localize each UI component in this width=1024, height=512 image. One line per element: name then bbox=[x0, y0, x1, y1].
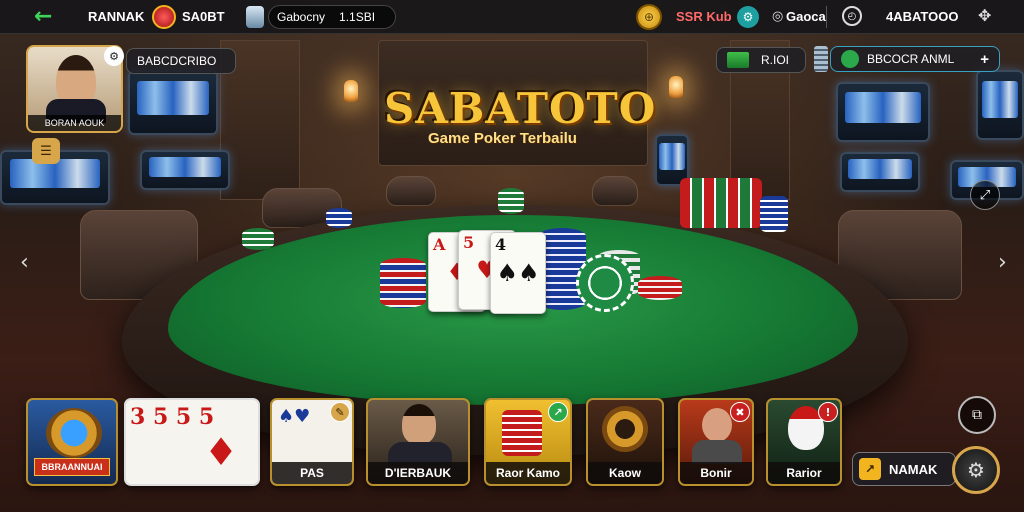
settings-round-button[interactable]: ⚙ bbox=[952, 446, 1000, 494]
wallet-pill[interactable]: BBCOCR ANML + bbox=[830, 46, 1000, 72]
gift-pill[interactable]: R.IOI bbox=[716, 47, 806, 73]
wall-sconce-left bbox=[344, 80, 358, 102]
chip-stack bbox=[242, 228, 274, 250]
settings-badge-icon[interactable]: ⚙ bbox=[104, 46, 124, 66]
slot-machine bbox=[140, 150, 230, 190]
game-tile-dealer[interactable]: D'IERBAUK bbox=[366, 398, 470, 486]
slot-machine bbox=[128, 70, 218, 135]
game-tile-chips[interactable]: ↗ Raor Kamo bbox=[484, 398, 572, 486]
game-logo-title: SABATOTO bbox=[384, 84, 657, 133]
add-icon[interactable]: + bbox=[980, 51, 989, 68]
chip-stack bbox=[760, 196, 788, 232]
playing-cards-icon: 3 5 5 5 bbox=[130, 404, 215, 430]
account-id: 4ABATOOO bbox=[886, 9, 959, 24]
game-tile-bonus[interactable]: ✖ Bonir bbox=[678, 398, 754, 486]
promo-coin-icon[interactable]: ⊕ bbox=[636, 4, 662, 30]
action-button[interactable]: ↗ NAMAK bbox=[852, 452, 956, 486]
wall-sconce-right bbox=[669, 76, 683, 98]
gem-icon bbox=[246, 6, 264, 28]
game-tile-roulette[interactable]: Kaow bbox=[586, 398, 664, 486]
menu-label[interactable]: Gaoca bbox=[786, 9, 826, 24]
monk-robe bbox=[692, 440, 742, 464]
chip-stack bbox=[498, 188, 524, 214]
tile-label: Rarior bbox=[768, 462, 840, 484]
chip-stack bbox=[638, 276, 682, 300]
game-tile-tournament[interactable]: BBRAANNUAI bbox=[26, 398, 118, 486]
tile-label: Raor Kamo bbox=[486, 462, 570, 484]
slot-machine bbox=[840, 152, 920, 192]
alert-badge-icon[interactable]: ! bbox=[818, 402, 838, 422]
coin-icon bbox=[152, 5, 176, 29]
notes-icon[interactable]: ☰ bbox=[32, 138, 60, 164]
chip-stack-icon bbox=[502, 410, 542, 456]
poker-chip bbox=[576, 254, 634, 312]
clock-icon[interactable]: ◴ bbox=[842, 6, 862, 26]
coin-label: SA0BT bbox=[182, 9, 225, 24]
trophy-badge-icon bbox=[46, 408, 102, 458]
tools-badge-icon[interactable]: ✖ bbox=[730, 402, 750, 422]
coin-stack-icon bbox=[814, 46, 828, 72]
upgrade-badge-icon[interactable]: ↗ bbox=[548, 402, 568, 422]
avatar-caption: BORAN AOUK bbox=[28, 115, 121, 131]
expand-icon[interactable]: ✥ bbox=[978, 6, 991, 25]
room-label: BABCDCRIBO bbox=[137, 54, 217, 68]
tile-label: D'IERBAUK bbox=[368, 462, 468, 484]
wallet-icon bbox=[841, 50, 859, 68]
game-tile-cards[interactable]: 3 5 5 5 ♦ bbox=[124, 398, 260, 486]
username-label: RANNAK bbox=[88, 9, 145, 24]
top-bar: ← RANNAK SA0BT Gabocny 1.1SBI ⊕ SSR Kub … bbox=[0, 0, 1024, 34]
game-tile-pas[interactable]: ♠♥ ✎ PAS bbox=[270, 398, 354, 486]
action-icon: ↗ bbox=[859, 458, 881, 480]
room-label-pill[interactable]: BABCDCRIBO bbox=[126, 48, 236, 74]
tile-label: BBRAANNUAI bbox=[34, 458, 110, 476]
tile-label: Bonir bbox=[680, 462, 752, 484]
dealer-avatar-icon bbox=[402, 404, 436, 444]
action-label: NAMAK bbox=[889, 461, 938, 477]
chip-stack bbox=[326, 208, 352, 228]
tile-label: PAS bbox=[272, 462, 352, 484]
game-tile-warrior[interactable]: ! Rarior bbox=[766, 398, 842, 486]
chevron-right-icon[interactable]: › bbox=[998, 250, 1007, 275]
chevron-left-icon[interactable]: ‹ bbox=[20, 250, 29, 275]
tile-label: Kaow bbox=[588, 462, 662, 484]
game-logo-subtitle: Game Poker Terbailu bbox=[428, 130, 577, 147]
card-fan-icon: ♠♥ bbox=[278, 406, 311, 427]
chair bbox=[386, 176, 436, 206]
share-icon[interactable]: ⤢ bbox=[970, 180, 1000, 210]
chip-stack bbox=[380, 258, 426, 308]
chip-stack bbox=[680, 178, 762, 228]
balance-value: 1.1SBI bbox=[339, 10, 376, 24]
divider bbox=[826, 6, 827, 28]
menu-coin-icon: ◎ bbox=[772, 9, 784, 24]
gift-label: R.IOI bbox=[761, 53, 790, 67]
monk-avatar-icon bbox=[702, 408, 732, 442]
promo-label: SSR Kub bbox=[676, 9, 732, 24]
roulette-icon bbox=[602, 406, 648, 452]
scan-button[interactable]: ⧉ bbox=[958, 396, 996, 434]
heart-suit-icon: ♦ bbox=[204, 430, 239, 474]
gem-label: Gabocny bbox=[277, 10, 326, 24]
gift-icon bbox=[727, 52, 749, 68]
back-arrow-icon[interactable]: ← bbox=[34, 4, 52, 29]
slot-machine bbox=[976, 70, 1024, 140]
chair bbox=[592, 176, 638, 206]
edit-badge-icon[interactable]: ✎ bbox=[330, 402, 350, 422]
playing-card: 4 ♠♠ bbox=[490, 232, 546, 314]
gem-balance-pill[interactable]: Gabocny 1.1SBI bbox=[268, 5, 396, 29]
wallet-label: BBCOCR ANML bbox=[867, 52, 955, 66]
settings-gear-icon[interactable]: ⚙ bbox=[737, 6, 759, 28]
slot-machine bbox=[836, 82, 930, 142]
